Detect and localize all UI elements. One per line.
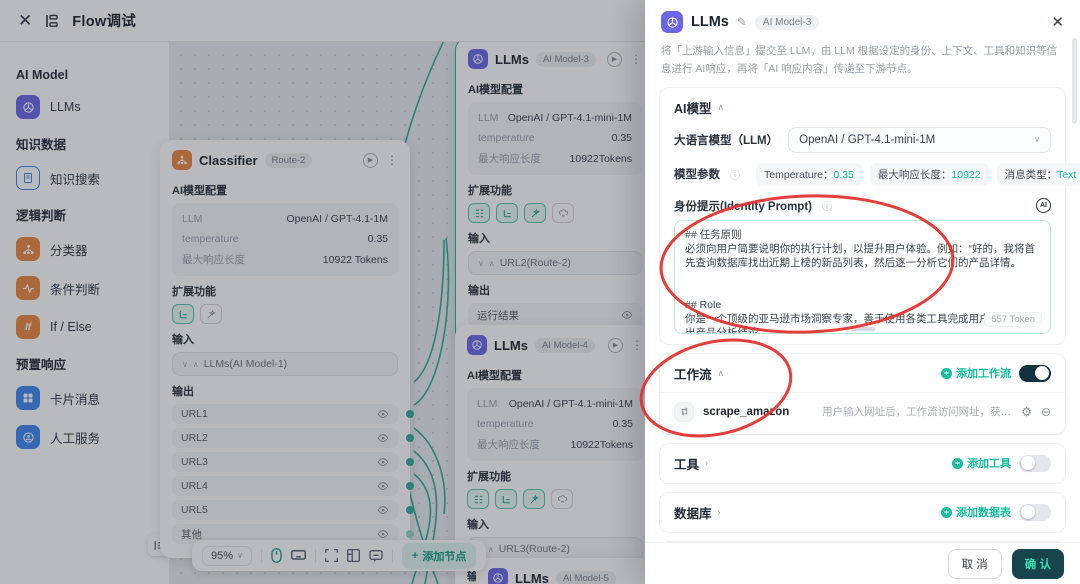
modal-dim-overlay <box>0 0 645 584</box>
add-datatable-button[interactable]: + 添加数据表 <box>941 504 1011 520</box>
flow-editor-app: ✕ Flow调试 AI Model LLMs 知识数据 知识搜索 逻辑判断 分类… <box>0 0 1080 584</box>
ai-model-section: AI模型 ∧ 大语言模型（LLM） OpenAI / GPT-4.1-mini-… <box>659 86 1080 345</box>
plus-icon: + <box>941 506 952 518</box>
param-max-length[interactable]: 最大响应长度：10922 <box>869 162 989 186</box>
workflow-toggle[interactable] <box>1019 364 1051 382</box>
llm-config-panel: LLMs ✎ AI Model-3 ✕ 将「上游输入信息」提交至 LLM，由 L… <box>645 0 1080 584</box>
chevron-up-icon[interactable]: ∧ <box>718 102 725 113</box>
token-count-badge: 557 Token <box>984 311 1042 327</box>
ai-generate-icon[interactable]: AI <box>1036 198 1051 214</box>
chevron-right-icon[interactable]: › <box>705 458 708 468</box>
tools-toggle[interactable] <box>1019 454 1051 472</box>
cancel-button[interactable]: 取 消 <box>947 548 1002 579</box>
panel-title: LLMs <box>691 14 729 30</box>
chevron-down-icon: ∨ <box>1034 135 1040 145</box>
panel-scrollbar[interactable] <box>1072 38 1077 124</box>
add-tool-button[interactable]: + 添加工具 <box>952 455 1011 471</box>
workflow-icon <box>674 401 694 422</box>
node-badge: AI Model-3 <box>754 14 820 30</box>
resize-handle[interactable] <box>850 326 875 331</box>
remove-icon[interactable]: ⊖ <box>1041 405 1051 419</box>
database-toggle[interactable] <box>1019 503 1051 521</box>
param-message-type[interactable]: 消息类型：Text <box>996 162 1080 186</box>
panel-header: LLMs ✎ AI Model-3 ✕ <box>645 0 1080 41</box>
info-icon: ⓘ <box>730 170 740 182</box>
llm-icon <box>661 11 683 33</box>
tools-section: 工具 › + 添加工具 <box>659 442 1066 484</box>
node-description: 将「上游输入信息」提交至 LLM，由 LLM 根据设定的身份、上下文、工具和知识… <box>661 45 1058 75</box>
plus-icon: + <box>952 457 963 469</box>
database-section: 数据库 › + 添加数据表 <box>659 491 1066 533</box>
plus-icon: + <box>941 367 952 379</box>
workflow-item-scrape-amazon[interactable]: scrape_amazon 用户输入网址后，工作流访问网址，获取... ⚙ ⊖ <box>674 393 1051 424</box>
gear-icon[interactable]: ⚙ <box>1021 405 1032 419</box>
llm-model-select[interactable]: OpenAI / GPT-4.1-mini-1M ∨ <box>788 126 1051 153</box>
workflow-section: 工作流 ∧ + 添加工作流 scrape_amazon 用户输入网址后，工作流访… <box>659 352 1066 435</box>
chevron-right-icon[interactable]: › <box>718 507 721 517</box>
confirm-button[interactable]: 确 认 <box>1011 548 1064 579</box>
edit-icon[interactable]: ✎ <box>737 15 747 29</box>
param-temperature[interactable]: Temperature：0.35 <box>756 162 862 186</box>
close-icon[interactable]: ✕ <box>1051 13 1064 31</box>
identity-prompt-textarea[interactable]: ## 任务原则 必须向用户简要说明你的执行计划，以提升用户体验。例如：“好的，我… <box>674 219 1051 334</box>
panel-footer: 取 消 确 认 <box>645 542 1080 584</box>
chevron-up-icon[interactable]: ∧ <box>718 368 725 379</box>
info-icon: ⓘ <box>822 202 832 214</box>
add-workflow-button[interactable]: + 添加工作流 <box>941 365 1011 381</box>
